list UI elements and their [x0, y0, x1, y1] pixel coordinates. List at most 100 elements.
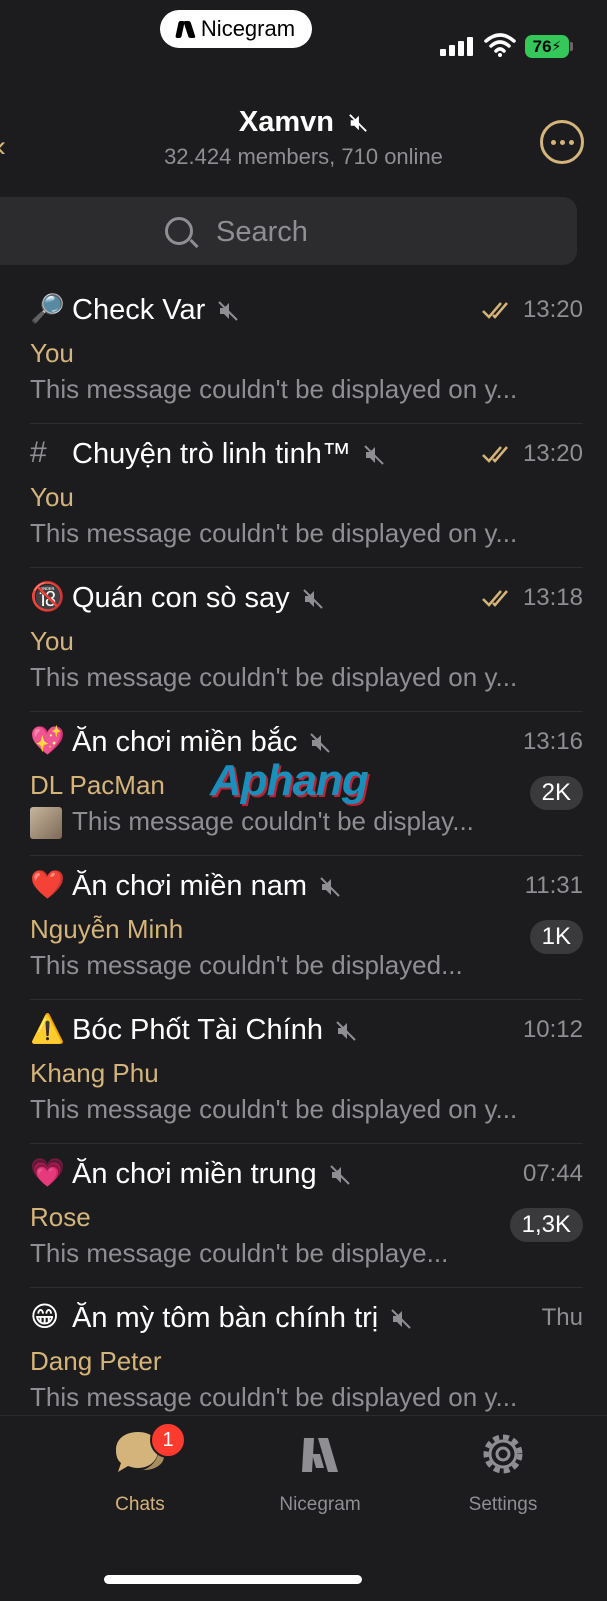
muted-icon — [364, 445, 384, 466]
chat-time: 13:16 — [522, 728, 583, 755]
chat-row[interactable]: 🔎 Check Var 13:20 You This message couldn't … — [0, 280, 607, 424]
chat-title-text: Quán con sò say — [72, 582, 290, 614]
hashtag-icon: # — [30, 436, 47, 469]
chat-sender: DL PacMan — [30, 770, 165, 800]
chat-sender: Nguyễn Minh — [30, 914, 184, 944]
chat-title-text: Bóc Phốt Tài Chính — [72, 1014, 323, 1046]
wifi-icon — [484, 33, 516, 57]
chat-preview-text: This message couldn't be displayed... — [30, 950, 463, 980]
battery-tip — [570, 42, 573, 51]
chat-row[interactable]: 🔞 Quán con sò say 13:18 You This message cou… — [0, 568, 607, 712]
more-options-button[interactable] — [540, 120, 584, 164]
chat-title-text: Ăn chơi miền trung — [72, 1158, 317, 1190]
chat-row[interactable]: 😁 Ăn mỳ tôm bàn chính trị Thu Dang Peter Thi… — [0, 1288, 607, 1432]
warning-icon: ⚠️ — [30, 1013, 65, 1044]
chat-sender: You — [30, 338, 74, 368]
chat-time: 10:12 — [522, 1016, 583, 1043]
media-thumbnail — [30, 807, 62, 840]
chat-row[interactable]: ⚠️ Bóc Phốt Tài Chính 10:12 Khang Phu This m… — [0, 1000, 607, 1144]
chat-preview: This message couldn't be displayed... — [30, 950, 520, 981]
tab-chats[interactable]: 1 Chats — [60, 1422, 220, 1528]
tab-bar: 1 Chats Nicegram Settings — [0, 1415, 607, 1601]
read-checkmarks-icon — [482, 446, 508, 463]
chat-row[interactable]: ❤️ Ăn chơi miền nam 11:31 Nguyễn Minh This m… — [0, 856, 607, 1000]
red-heart-icon: ❤️ — [30, 869, 65, 900]
chat-row-content: ⚠️ Bóc Phốt Tài Chính 10:12 Khang Phu This m… — [30, 1000, 583, 1144]
chat-title: Ăn chơi miền bắc — [72, 726, 331, 759]
chat-row-content: 😁 Ăn mỳ tôm bàn chính trị Thu Dang Peter Thi… — [30, 1288, 583, 1432]
dot — [568, 139, 574, 145]
cellular-signal-icon — [440, 37, 473, 56]
nicegram-icon — [302, 1438, 338, 1472]
chat-row-content: ❤️ Ăn chơi miền nam 11:31 Nguyễn Minh This m… — [30, 856, 583, 1000]
chat-row-content: 🔎 Check Var 13:20 You This message couldn't … — [30, 280, 583, 424]
chat-sender: Dang Peter — [30, 1346, 162, 1376]
heart-icon: 💗 — [30, 1157, 65, 1188]
chat-title: Bóc Phốt Tài Chính — [72, 1014, 357, 1047]
chat-time: Thu — [541, 1304, 583, 1331]
chat-preview: This message couldn't be displaye... — [30, 1238, 520, 1269]
group-title: Xamvn — [238, 106, 335, 138]
tab-settings[interactable]: Settings — [423, 1428, 583, 1528]
unread-count-badge: 2K — [529, 776, 583, 810]
status-bar: Nicegram 76 ⚡ — [0, 0, 607, 80]
chat-row[interactable]: # Chuyện trò linh tinh™ 13:20 You This messa… — [0, 424, 607, 568]
chat-sender: Khang Phu — [30, 1058, 159, 1088]
dot — [559, 139, 565, 145]
search-icon — [165, 217, 193, 245]
battery-level: 76 — [532, 36, 552, 56]
chat-preview-text: This message couldn't be displayed on y.… — [30, 1382, 518, 1412]
chat-sender: Rose — [30, 1202, 91, 1232]
chat-row-content: # Chuyện trò linh tinh™ 13:20 You This messa… — [30, 424, 583, 568]
chat-title: Ăn mỳ tôm bàn chính trị — [72, 1302, 412, 1335]
tab-label: Nicegram — [279, 1494, 361, 1515]
muted-icon — [349, 114, 367, 133]
page-title[interactable]: Xamvn — [0, 106, 607, 139]
dot — [550, 139, 556, 145]
unread-count-badge: 1,3K — [509, 1208, 583, 1242]
muted-icon — [310, 733, 331, 754]
no-under-eighteen-icon: 🔞 — [30, 581, 65, 612]
search-bar[interactable] — [0, 197, 577, 265]
chat-title: Check Var — [72, 294, 239, 327]
tab-label: Chats — [115, 1494, 165, 1515]
nicegram-logo-icon — [177, 20, 195, 38]
grinning-face-icon: 😁 — [30, 1301, 60, 1332]
muted-icon — [320, 877, 340, 898]
chat-preview-text: This message couldn't be displayed on y.… — [30, 374, 518, 404]
chat-header: ‹ Xamvn 32.424 members, 710 online — [0, 80, 607, 185]
chat-title: Chuyện trò linh tinh™ — [72, 438, 385, 471]
chat-preview-text: This message couldn't be displaye... — [30, 1238, 449, 1268]
muted-icon — [218, 301, 238, 322]
chat-preview: This message couldn't be displayed on y.… — [30, 1382, 570, 1413]
chat-title-text: Ăn mỳ tôm bàn chính trị — [72, 1302, 379, 1334]
tab-nicegram[interactable]: Nicegram — [240, 1428, 400, 1528]
unread-count-badge: 1K — [529, 920, 583, 954]
chat-title: Ăn chơi miền trung — [72, 1158, 351, 1191]
gear-icon — [483, 1434, 523, 1474]
search-input[interactable] — [214, 211, 518, 253]
chat-row-content: 💗 Ăn chơi miền trung 07:44 Rose This message… — [30, 1144, 583, 1288]
chat-time: 11:31 — [524, 872, 583, 899]
read-checkmarks-icon — [482, 590, 508, 607]
chat-time: 13:20 — [522, 296, 583, 323]
chat-preview: This message couldn't be displayed on y.… — [30, 1094, 570, 1125]
chat-preview-text: This message couldn't be displayed on y.… — [30, 1094, 518, 1124]
chat-preview: This message couldn't be display... — [30, 806, 520, 840]
chat-sender: You — [30, 482, 74, 512]
chat-title-text: Check Var — [72, 294, 206, 326]
muted-icon — [329, 1165, 350, 1186]
battery-indicator: 76 ⚡ — [525, 35, 569, 58]
chat-preview-text: This message couldn't be display... — [72, 806, 474, 836]
chat-title-text: Ăn chơi miền bắc — [72, 726, 298, 758]
watermark: Aphang — [210, 756, 369, 805]
tab-label: Settings — [468, 1494, 538, 1515]
chat-preview-text: This message couldn't be displayed on y.… — [30, 518, 518, 548]
chat-row[interactable]: 💗 Ăn chơi miền trung 07:44 Rose This message… — [0, 1144, 607, 1288]
charging-bolt-icon: ⚡ — [551, 38, 562, 54]
app-pill-label: Nicegram — [200, 16, 296, 41]
magnifier-icon: 🔎 — [30, 293, 65, 324]
chat-title: Quán con sò say — [72, 582, 324, 615]
chat-sender: You — [30, 626, 74, 656]
app-pill[interactable]: Nicegram — [160, 10, 312, 48]
